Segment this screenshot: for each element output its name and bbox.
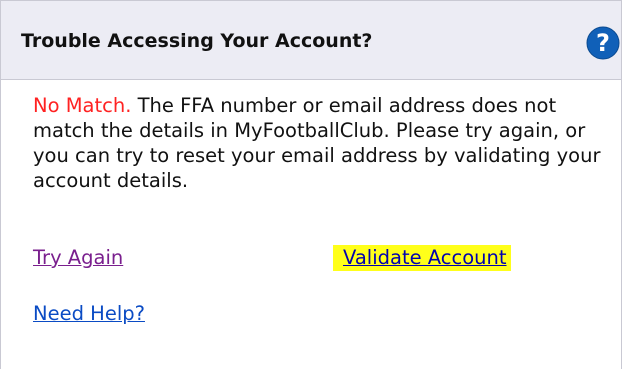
error-lead: No Match. [33,94,132,117]
panel-header: Trouble Accessing Your Account? ? [1,0,621,80]
panel-title: Trouble Accessing Your Account? [21,30,373,52]
validate-account-link[interactable]: Validate Account [333,245,511,271]
trouble-access-panel: Trouble Accessing Your Account? ? No Mat… [0,0,622,369]
error-message: No Match. The FFA number or email addres… [33,93,603,193]
need-help-link[interactable]: Need Help? [33,301,145,326]
svg-text:?: ? [596,29,610,57]
question-circle-icon[interactable]: ? [586,26,620,60]
try-again-link[interactable]: Try Again [33,245,123,270]
